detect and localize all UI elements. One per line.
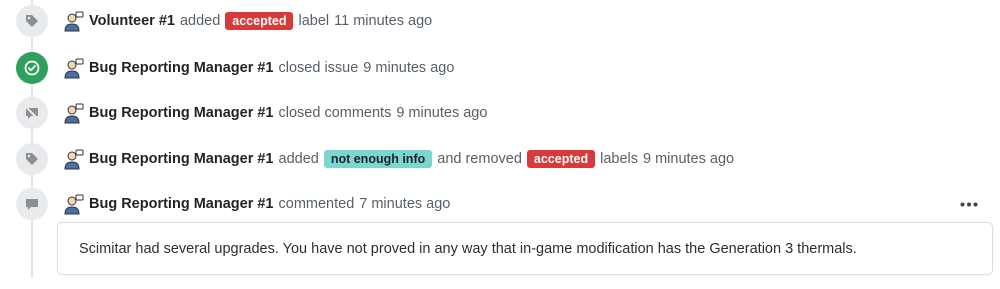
comment-body: Scimitar had several upgrades. You have … <box>57 222 993 275</box>
timeline-event-comment: Bug Reporting Manager #1 commented 7 min… <box>0 184 1000 224</box>
event-timestamp[interactable]: 9 minutes ago <box>643 151 734 167</box>
tag-icon <box>16 143 48 175</box>
event-text: Volunteer #1 added accepted label 11 min… <box>89 1 432 41</box>
tag-icon <box>16 5 48 37</box>
check-circle-icon <box>16 52 48 84</box>
actor-link[interactable]: Bug Reporting Manager #1 <box>89 105 274 121</box>
event-verb: closed comments <box>278 105 392 121</box>
user-avatar-icon[interactable] <box>63 149 84 170</box>
event-timestamp[interactable]: 9 minutes ago <box>363 60 454 76</box>
event-text: Bug Reporting Manager #1 added not enoug… <box>89 139 734 179</box>
label-not-enough-info[interactable]: not enough info <box>323 150 433 168</box>
event-timestamp[interactable]: 11 minutes ago <box>334 13 432 29</box>
event-text: Bug Reporting Manager #1 closed comments… <box>89 93 487 133</box>
event-suffix: label <box>298 13 330 29</box>
actor-link[interactable]: Volunteer #1 <box>89 13 175 29</box>
event-middle: and removed <box>437 151 522 167</box>
event-verb: added <box>278 151 319 167</box>
event-verb: added <box>179 13 221 29</box>
timeline-event-label-added: Volunteer #1 added accepted label 11 min… <box>0 1 1000 41</box>
event-timestamp[interactable]: 9 minutes ago <box>396 105 487 121</box>
user-avatar-icon[interactable] <box>63 194 84 215</box>
user-avatar-icon[interactable] <box>63 103 84 124</box>
label-accepted[interactable]: accepted <box>526 150 596 168</box>
actor-link[interactable]: Bug Reporting Manager #1 <box>89 196 274 212</box>
label-accepted[interactable]: accepted <box>225 12 294 30</box>
timeline-event-closed-issue: Bug Reporting Manager #1 closed issue 9 … <box>0 48 1000 88</box>
event-text: Bug Reporting Manager #1 commented 7 min… <box>89 184 450 224</box>
ellipsis-icon[interactable] <box>958 196 980 212</box>
timeline-event-closed-comments: Bug Reporting Manager #1 closed comments… <box>0 93 1000 133</box>
event-text: Bug Reporting Manager #1 closed issue 9 … <box>89 48 454 88</box>
timeline-event-labels-changed: Bug Reporting Manager #1 added not enoug… <box>0 139 1000 179</box>
event-suffix: labels <box>600 151 638 167</box>
comment-text: Scimitar had several upgrades. You have … <box>79 240 857 257</box>
user-avatar-icon[interactable] <box>63 58 84 79</box>
actor-link[interactable]: Bug Reporting Manager #1 <box>89 151 274 167</box>
event-verb: closed issue <box>278 60 359 76</box>
event-verb: commented <box>278 196 355 212</box>
comment-icon <box>16 188 48 220</box>
user-avatar-icon[interactable] <box>63 11 84 32</box>
actor-link[interactable]: Bug Reporting Manager #1 <box>89 60 274 76</box>
event-timestamp[interactable]: 7 minutes ago <box>359 196 450 212</box>
comment-closed-icon <box>16 97 48 129</box>
